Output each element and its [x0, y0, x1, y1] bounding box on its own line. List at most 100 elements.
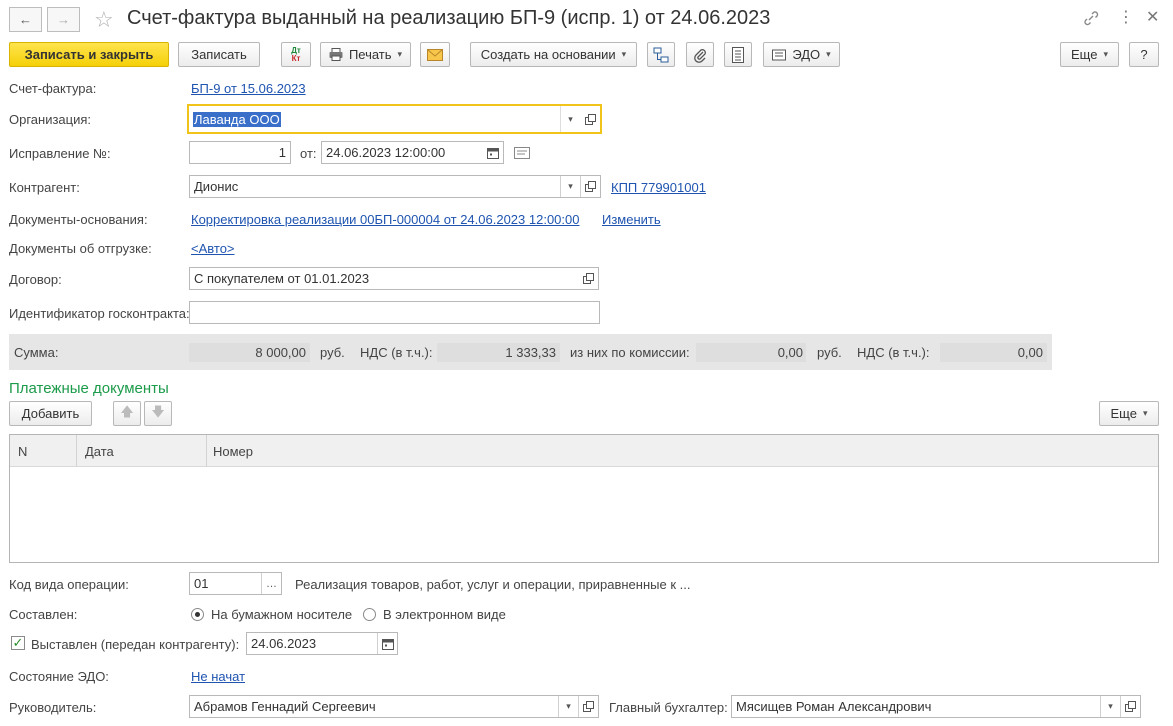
calendar-icon[interactable] [377, 633, 397, 654]
correction-number-value: 1 [278, 145, 286, 160]
composed-label: Составлен: [9, 607, 78, 622]
open-icon[interactable] [580, 109, 600, 130]
electronic-radio-label[interactable]: В электронном виде [383, 607, 506, 622]
invoice-label: Счет-фактура: [9, 81, 97, 96]
commission-vat-label: НДС (в т.ч.): [857, 345, 930, 360]
organization-label: Организация: [9, 112, 92, 127]
base-documents-label: Документы-основания: [9, 212, 148, 227]
print-button[interactable]: Печать [320, 42, 411, 67]
counterparty-field[interactable]: Дионис ▾ [189, 175, 601, 198]
currency-label: руб. [320, 345, 345, 360]
open-icon[interactable] [578, 268, 598, 289]
organization-value: Лаванда ООО [193, 111, 281, 127]
operation-code-field[interactable]: 01 … [189, 572, 282, 595]
gov-contract-id-input[interactable] [189, 301, 600, 324]
printer-icon [329, 48, 343, 61]
invoice-link[interactable]: БП-9 от 15.06.2023 [191, 81, 306, 96]
move-up-button[interactable]: 🡅 [113, 401, 141, 426]
open-icon[interactable] [580, 176, 600, 197]
sum-label: Сумма: [14, 345, 59, 360]
chief-accountant-label: Главный бухгалтер: [609, 700, 728, 715]
send-email-button[interactable] [420, 42, 450, 67]
contract-label: Договор: [9, 272, 62, 287]
paperclip-icon [693, 47, 707, 63]
document-list-button[interactable] [724, 42, 752, 67]
chief-accountant-field[interactable]: Мясищев Роман Александрович ▾ [731, 695, 1141, 718]
back-button[interactable]: ← [9, 7, 42, 32]
kpp-link[interactable]: КПП 779901001 [611, 180, 706, 195]
shipment-documents-link[interactable]: <Авто> [191, 241, 235, 256]
correction-number-field[interactable]: 1 [189, 141, 291, 164]
checkmark-icon: ✓ [12, 635, 24, 650]
correction-label: Исправление №: [9, 146, 111, 161]
organization-field[interactable]: Лаванда ООО ▾ [187, 104, 602, 134]
comment-icon[interactable] [514, 146, 530, 160]
favorite-star-icon[interactable]: ☆ [94, 7, 114, 33]
issued-label[interactable]: Выставлен (передан контрагенту): [31, 637, 239, 652]
open-icon[interactable] [578, 696, 598, 717]
chevron-down-icon[interactable]: ▾ [1100, 696, 1120, 717]
vat-value: 1 333,33 [505, 345, 556, 360]
column-header-date[interactable]: Дата [85, 444, 114, 459]
save-and-close-button[interactable]: Записать и закрыть [9, 42, 169, 67]
dt-kt-button[interactable]: Дт Кт [281, 42, 311, 67]
more-button[interactable]: Еще [1060, 42, 1119, 67]
edo-label: ЭДО [792, 47, 821, 62]
commission-value: 0,00 [777, 345, 803, 360]
chevron-down-icon[interactable]: ▾ [560, 106, 580, 132]
correction-date-value: 24.06.2023 12:00:00 [326, 145, 446, 160]
arrow-up-icon: 🡅 [120, 403, 134, 419]
edo-icon [772, 48, 787, 62]
gov-contract-id-label: Идентификатор госконтракта: [9, 306, 190, 321]
shipment-documents-label: Документы об отгрузке: [9, 241, 152, 256]
attach-button[interactable] [686, 42, 714, 67]
add-payment-button[interactable]: Добавить [9, 401, 92, 426]
help-button[interactable]: ? [1129, 42, 1159, 67]
arrow-left-icon: ← [19, 12, 32, 27]
counterparty-value: Дионис [194, 179, 239, 194]
arrow-right-icon: → [57, 12, 70, 27]
head-value: Абрамов Геннадий Сергеевич [194, 699, 376, 714]
commission-vat-value: 0,00 [1017, 345, 1043, 360]
issued-checkbox[interactable]: ✓ [11, 635, 25, 650]
commission-label: из них по комиссии: [570, 345, 690, 360]
operation-code-value: 01 [194, 576, 209, 591]
sum-value: 8 000,00 [255, 345, 306, 360]
edo-state-link[interactable]: Не начат [191, 669, 245, 684]
chevron-down-icon[interactable]: ▾ [558, 696, 578, 717]
head-field[interactable]: Абрамов Геннадий Сергеевич ▾ [189, 695, 599, 718]
move-down-button[interactable]: 🡇 [144, 401, 172, 426]
issued-date-value: 24.06.2023 [251, 636, 317, 651]
contract-field[interactable]: С покупателем от 01.01.2023 [189, 267, 599, 290]
contract-value: С покупателем от 01.01.2023 [194, 271, 370, 286]
issued-date-field[interactable]: 24.06.2023 [246, 632, 398, 655]
envelope-icon [427, 48, 443, 61]
dt-kt-icon-bottom: Кт [291, 53, 301, 63]
hierarchy-icon [653, 47, 669, 63]
save-button[interactable]: Записать [178, 42, 260, 67]
ellipsis-icon[interactable]: … [261, 573, 281, 594]
paper-radio[interactable] [191, 608, 204, 621]
edo-button[interactable]: ЭДО [763, 42, 840, 67]
column-header-number[interactable]: Номер [213, 444, 253, 459]
correction-date-field[interactable]: 24.06.2023 12:00:00 [321, 141, 504, 164]
base-documents-link[interactable]: Корректировка реализации 00БП-000004 от … [191, 212, 579, 227]
change-link[interactable]: Изменить [602, 212, 661, 227]
electronic-radio[interactable] [363, 608, 376, 621]
open-icon[interactable] [1120, 696, 1140, 717]
link-icon[interactable] [1083, 10, 1099, 26]
more-vertical-icon[interactable]: ⋮ [1118, 7, 1134, 27]
create-based-on-button[interactable]: Создать на основании [470, 42, 637, 67]
payments-table-header [10, 435, 1158, 467]
operation-code-description: Реализация товаров, работ, услуг и опера… [295, 577, 691, 592]
close-icon[interactable]: ✕ [1146, 7, 1159, 27]
document-icon [732, 46, 744, 63]
calendar-icon[interactable] [483, 142, 503, 163]
payments-more-button[interactable]: Еще [1099, 401, 1159, 426]
paper-radio-label[interactable]: На бумажном носителе [211, 607, 352, 622]
chevron-down-icon[interactable]: ▾ [560, 176, 580, 197]
structure-button[interactable] [647, 42, 675, 67]
forward-button[interactable]: → [47, 7, 80, 32]
currency-label-2: руб. [817, 345, 842, 360]
column-header-n[interactable]: N [18, 444, 27, 459]
